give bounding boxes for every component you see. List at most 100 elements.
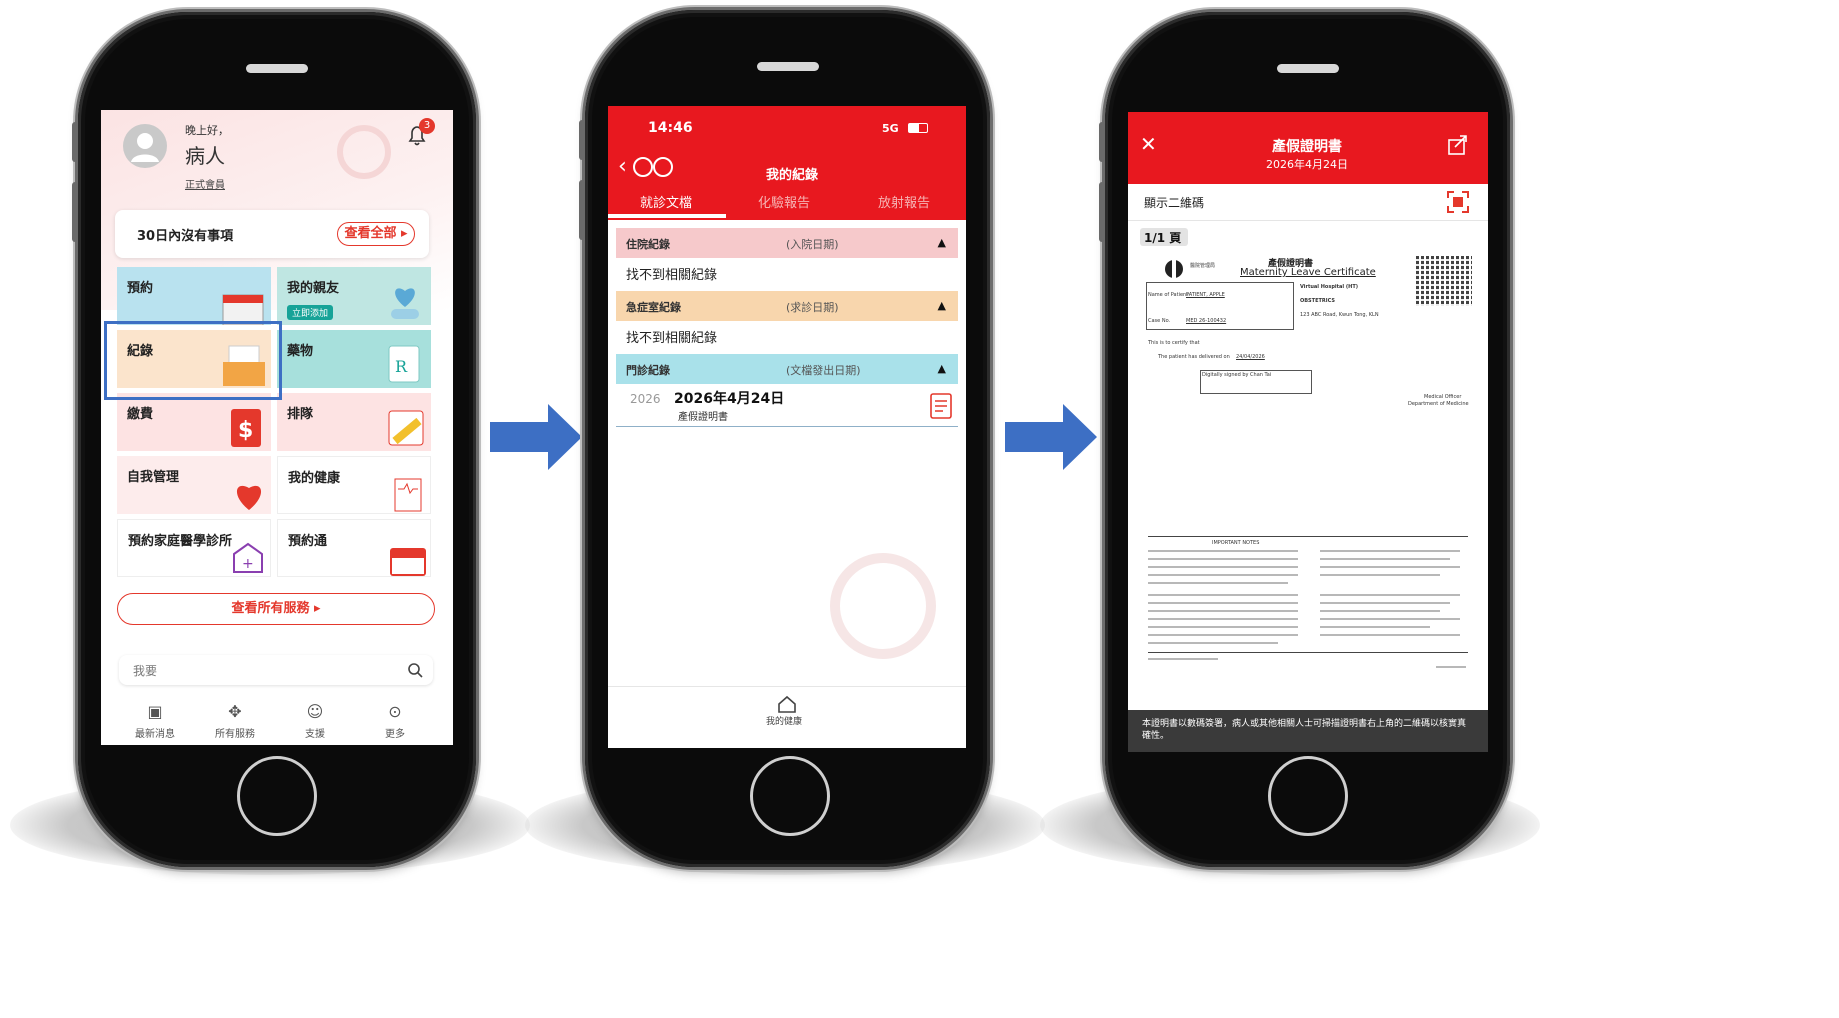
tile-medication[interactable]: 藥物 R [277, 330, 431, 388]
ticket-icon [388, 410, 424, 446]
arrow-right-icon [490, 404, 582, 470]
calendar-heart-icon [390, 548, 426, 576]
view-all-button[interactable]: 查看全部 ▸ [337, 222, 415, 246]
record-year: 2026 [630, 392, 661, 406]
dollar-icon: $ [231, 409, 261, 447]
tile-self-manage[interactable]: 自我管理 [117, 456, 271, 514]
add-now-badge[interactable]: 立即添加 [287, 305, 334, 320]
user-name: 病人 [185, 144, 225, 168]
home-button[interactable] [237, 756, 317, 836]
section-outpatient[interactable]: 門診紀錄 (文檔發出日期) ▲ [616, 354, 958, 384]
side-button [1099, 182, 1105, 242]
fine-print [1320, 574, 1440, 576]
empty-message: 找不到相關紀錄 [626, 268, 718, 283]
greeting-text: 晚上好， [185, 124, 229, 137]
stethoscope-icon: + [233, 542, 263, 573]
status-time: 14:46 [648, 120, 693, 136]
home-button[interactable] [1268, 756, 1348, 836]
section-inpatient[interactable]: 住院紀錄 (入院日期) ▲ [616, 228, 958, 258]
fine-print [1148, 642, 1278, 644]
nav-more-label: 更多 [385, 729, 405, 740]
calendar-icon [222, 294, 264, 325]
tab-radiology[interactable]: 放射報告 [878, 192, 930, 211]
notes-title: IMPORTANT NOTES [1212, 540, 1260, 546]
verification-footer: 本證明書以數碼簽署，病人或其他相關人士可掃描證明書右上角的二維碼以核實真確性。 [1128, 710, 1488, 752]
nav-all-services[interactable]: ✥ 所有服務 [205, 702, 265, 740]
tile-appointment-pass-label: 預約通 [288, 534, 328, 549]
avatar[interactable] [123, 124, 167, 168]
qr-scan-icon[interactable] [1446, 190, 1470, 214]
tile-family-clinic-label: 預約家庭醫學診所 [128, 534, 233, 549]
member-label[interactable]: 正式會員 [185, 176, 225, 191]
grid-icon: ✥ [228, 702, 242, 721]
collapse-icon[interactable]: ▲ [938, 236, 946, 249]
tile-queue[interactable]: 排隊 [277, 393, 431, 451]
search-input[interactable]: 我要 [133, 662, 157, 679]
svg-text:$: $ [238, 418, 253, 443]
nav-news[interactable]: ▣ 最新消息 [125, 702, 185, 740]
logo-text: 醫院管理局 [1190, 263, 1216, 269]
collapse-icon[interactable]: ▲ [938, 362, 946, 375]
section-emergency[interactable]: 急症室紀錄 (求診日期) ▲ [616, 291, 958, 321]
screen-certificate: ✕ 產假證明書 2026年4月24日 顯示二維碼 1/1 頁 醫院管理局 產假證… [1128, 112, 1488, 752]
tile-payment-label: 繳費 [127, 407, 154, 422]
record-row[interactable]: 2026 2026年4月24日 產假證明書 [616, 386, 958, 427]
tile-appointment-pass[interactable]: 預約通 [277, 519, 431, 577]
page-title: 我的紀錄 [766, 168, 819, 183]
heart-hands-icon [391, 288, 419, 319]
search-bar[interactable]: 我要 [119, 655, 433, 685]
fine-print [1148, 658, 1218, 660]
empty-message: 找不到相關紀錄 [626, 331, 718, 346]
case-no: MED 26-100432 [1186, 318, 1227, 324]
fine-print [1148, 594, 1298, 596]
news-icon: ▣ [147, 702, 163, 721]
fine-print [1320, 594, 1460, 596]
arrow-right-icon [1005, 404, 1097, 470]
side-button [1099, 122, 1105, 162]
qr-code [1416, 256, 1472, 306]
tile-appointment-label: 預約 [127, 281, 154, 296]
officer-line-2: Department of Medicine [1408, 401, 1469, 407]
tile-family-clinic[interactable]: 預約家庭醫學診所 + [117, 519, 271, 577]
tile-family-label: 我的親友 [287, 281, 340, 296]
screen-home: 晚上好， 病人 正式會員 3 30日內沒有事項 查看全部 ▸ 預約 我的親友 立… [101, 110, 453, 745]
department: OBSTETRICS [1300, 298, 1335, 304]
person-icon [131, 133, 159, 162]
fine-print [1148, 574, 1298, 576]
nav-my-health-label[interactable]: 我的健康 [766, 714, 802, 727]
fine-print [1320, 618, 1460, 620]
side-button [72, 182, 78, 242]
tile-appointment[interactable]: 預約 [117, 267, 271, 325]
tile-my-health[interactable]: 我的健康 [277, 456, 431, 514]
pdf-icon[interactable] [928, 392, 954, 420]
show-qr-label[interactable]: 顯示二維碼 [1144, 194, 1204, 211]
section-date-label: (文檔發出日期) [786, 364, 861, 377]
fine-print [1148, 602, 1298, 604]
share-icon[interactable] [1446, 132, 1470, 156]
notification-badge: 3 [419, 118, 435, 134]
cert-title-en: Maternity Leave Certificate [1240, 267, 1376, 278]
close-icon[interactable]: ✕ [1140, 132, 1157, 156]
back-icon[interactable]: ‹ [618, 154, 627, 179]
patient-name-label: Name of Patient [1148, 292, 1189, 298]
search-icon[interactable] [407, 662, 423, 678]
case-label: Case No. [1148, 318, 1171, 324]
patient-name: PATIENT, APPLE [1186, 292, 1225, 298]
phone-speaker [1277, 64, 1339, 73]
heart-icon [236, 485, 262, 510]
home-button[interactable] [750, 756, 830, 836]
collapse-icon[interactable]: ▲ [938, 299, 946, 312]
certificate-date: 2026年4月24日 [1266, 158, 1348, 171]
nav-support[interactable]: ☺ 支援 [285, 702, 345, 740]
battery-icon [908, 123, 928, 133]
nav-more[interactable]: ⊙ 更多 [365, 702, 425, 740]
all-services-button[interactable]: 查看所有服務 ▸ [117, 593, 435, 625]
signature-line: Digitally signed by Chan Tai [1202, 372, 1272, 378]
tab-lab-reports[interactable]: 化驗報告 [758, 192, 810, 211]
tile-family[interactable]: 我的親友 立即添加 [277, 267, 431, 325]
tab-documents[interactable]: 就診文檔 [640, 192, 692, 211]
home-icon[interactable] [776, 694, 798, 714]
certificate-title: 產假證明書 [1272, 139, 1342, 155]
tile-payment[interactable]: 繳費 $ [117, 393, 271, 451]
tab-indicator [608, 214, 726, 218]
